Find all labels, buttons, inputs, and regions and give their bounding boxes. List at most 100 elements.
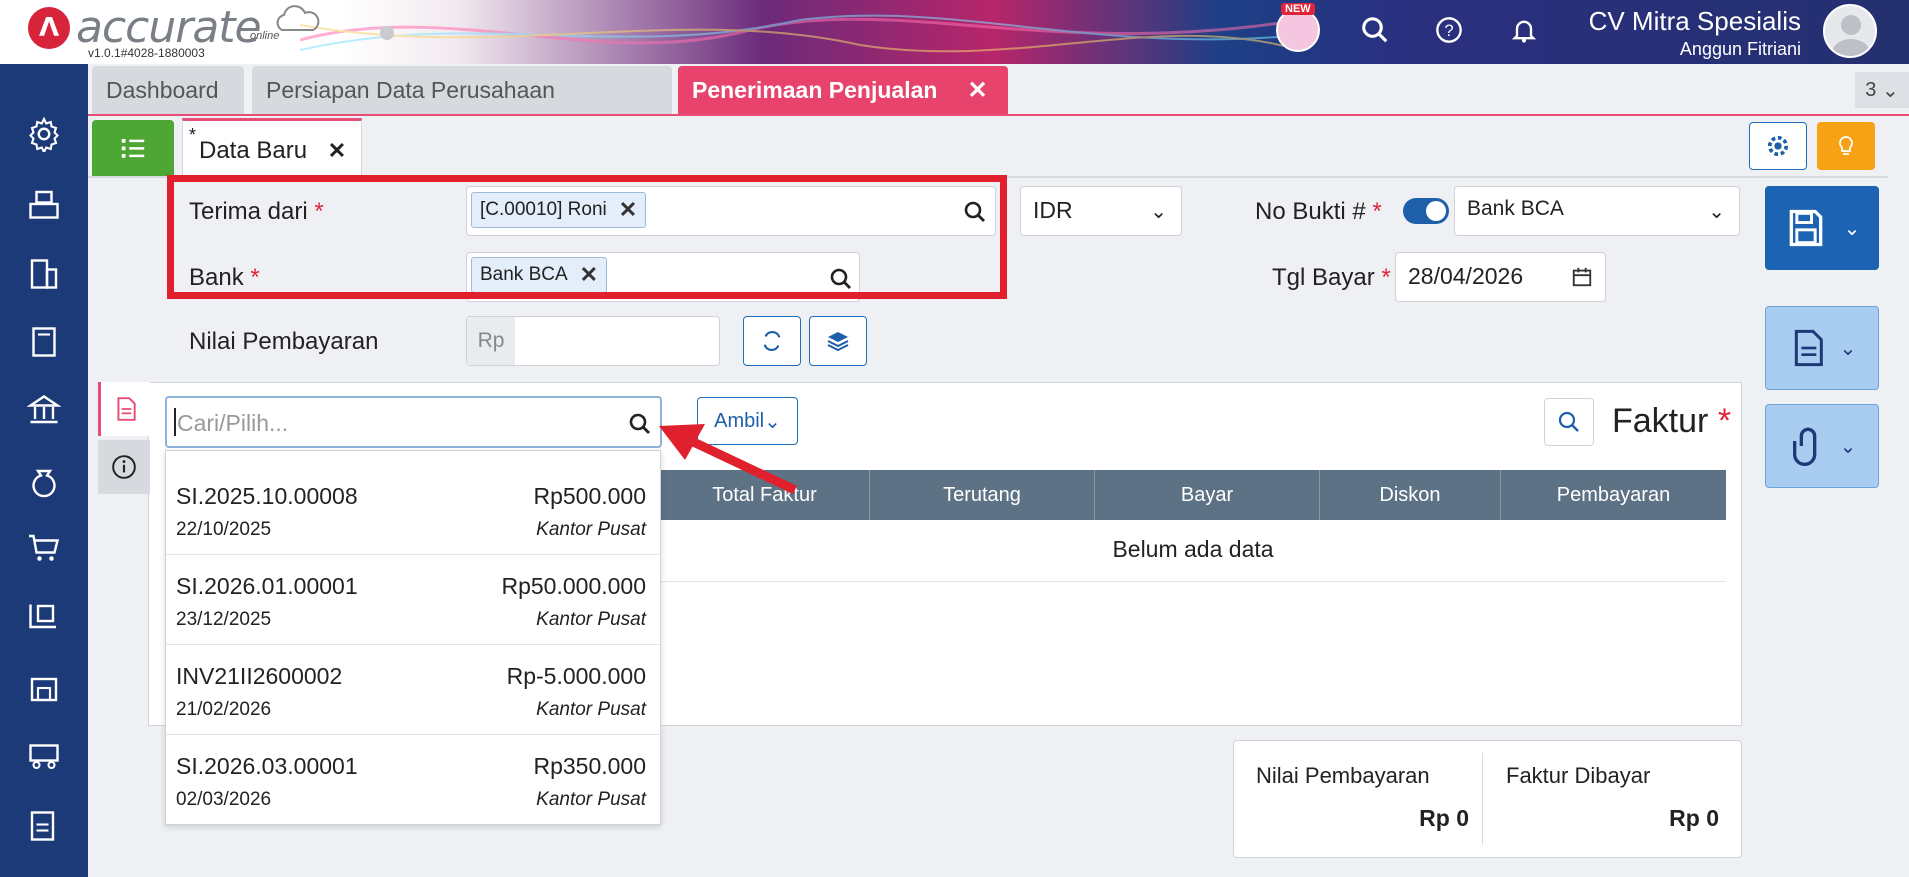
new-badge: NEW bbox=[1281, 3, 1315, 15]
chevron-down-icon[interactable]: ⌄ bbox=[1840, 434, 1857, 459]
column-header[interactable]: Terutang bbox=[870, 470, 1095, 520]
app-subtitle: online bbox=[250, 30, 280, 42]
invoice-date: 02/03/2026 bbox=[176, 789, 272, 810]
search-icon[interactable] bbox=[628, 412, 652, 436]
tab-penerimaan-penjualan[interactable]: Penerimaan Penjualan ✕ bbox=[678, 66, 1008, 114]
company-name: CV Mitra Spesialis bbox=[1588, 6, 1801, 36]
lightbulb-icon bbox=[1839, 136, 1853, 155]
faktur-search-input[interactable]: Cari/Pilih... bbox=[165, 396, 662, 448]
app-logo[interactable]: Λ accurate bbox=[28, 2, 262, 53]
chevron-down-icon: ⌄ bbox=[1150, 201, 1167, 223]
layers-button[interactable] bbox=[809, 316, 867, 366]
app-version: v1.0.1#4028-1880003 bbox=[88, 46, 205, 60]
tips-button[interactable] bbox=[1817, 122, 1875, 170]
search-icon[interactable] bbox=[1357, 10, 1393, 50]
annotation-highlight-box bbox=[167, 175, 1007, 299]
refresh-icon bbox=[763, 330, 781, 352]
search-icon bbox=[1558, 411, 1579, 432]
invoice-code: SI.2025.10.00008 bbox=[176, 483, 358, 509]
status-dot bbox=[380, 26, 394, 40]
info-icon bbox=[112, 455, 136, 479]
faktur-tab[interactable] bbox=[98, 382, 150, 436]
inventory-cart-icon[interactable] bbox=[24, 598, 64, 638]
invoice-branch: Kantor Pusat bbox=[536, 699, 646, 720]
tab-label: Persiapan Data Perusahaan bbox=[266, 76, 555, 103]
save-button[interactable]: ⌄ bbox=[1765, 186, 1879, 270]
invoice-code: INV21II2600002 bbox=[176, 663, 343, 689]
invoice-branch: Kantor Pusat bbox=[536, 789, 646, 810]
ledger-book-icon[interactable] bbox=[24, 322, 64, 362]
column-header[interactable]: Bayar bbox=[1095, 470, 1320, 520]
document-button[interactable]: ⌄ bbox=[1765, 306, 1879, 390]
faktur-title: Faktur * bbox=[1612, 402, 1732, 440]
list-item[interactable]: SI.2026.03.00001 Rp350.000 02/03/2026 Ka… bbox=[166, 735, 662, 825]
rp-prefix: Rp bbox=[467, 317, 515, 365]
auto-number-toggle[interactable] bbox=[1403, 198, 1449, 224]
summary-nilai-value: Rp 0 bbox=[1419, 805, 1469, 831]
list-item[interactable]: INV21II2600002 Rp-5.000.000 21/02/2026 K… bbox=[166, 645, 662, 735]
invoice-branch: Kantor Pusat bbox=[536, 609, 646, 630]
text-cursor bbox=[174, 408, 176, 436]
notification-bell-icon[interactable] bbox=[1506, 10, 1542, 50]
calendar-icon[interactable] bbox=[1571, 266, 1593, 288]
cashier-icon[interactable] bbox=[24, 184, 64, 224]
warehouse-icon[interactable] bbox=[24, 668, 64, 708]
no-bukti-select[interactable]: Bank BCA ⌄ bbox=[1454, 186, 1740, 236]
shopping-cart-icon[interactable] bbox=[24, 528, 64, 568]
invoice-dropdown: SI.2025.10.00008 Rp500.000 22/10/2025 Ka… bbox=[165, 450, 662, 825]
faktur-search-button[interactable] bbox=[1544, 398, 1594, 446]
summary-nilai-label: Nilai Pembayaran bbox=[1256, 763, 1430, 788]
attachment-button[interactable]: ⌄ bbox=[1765, 404, 1879, 488]
tax-icon[interactable] bbox=[24, 806, 64, 846]
invoice-code: SI.2026.01.00001 bbox=[176, 573, 358, 599]
payment-summary: Nilai Pembayaran Rp 0 Faktur Dibayar Rp … bbox=[1233, 740, 1742, 858]
help-icon[interactable]: ? bbox=[1431, 10, 1467, 50]
invoice-amount: Rp-5.000.000 bbox=[506, 663, 646, 689]
tab-label: Dashboard bbox=[106, 76, 219, 103]
close-tab-icon[interactable]: ✕ bbox=[967, 76, 987, 105]
close-subtab-icon[interactable]: ✕ bbox=[328, 138, 346, 163]
money-bag-icon[interactable] bbox=[24, 460, 64, 500]
module-tabs: Dashboard Persiapan Data Perusahaan Pene… bbox=[88, 64, 1909, 116]
refresh-button[interactable] bbox=[743, 316, 801, 366]
gear-icon bbox=[1767, 135, 1789, 157]
user-avatar[interactable] bbox=[1823, 4, 1877, 58]
bank-icon[interactable] bbox=[24, 390, 64, 430]
nilai-pembayaran-label: Nilai Pembayaran bbox=[189, 328, 379, 355]
column-header[interactable]: Pembayaran bbox=[1501, 470, 1726, 520]
company-info[interactable]: CV Mitra Spesialis Anggun Fitriani bbox=[1589, 6, 1801, 60]
save-floppy-icon bbox=[1789, 209, 1822, 247]
settings-gear-icon[interactable] bbox=[24, 114, 64, 154]
currency-value: IDR bbox=[1033, 197, 1073, 223]
column-header[interactable]: Diskon bbox=[1320, 470, 1501, 520]
invoice-amount: Rp500.000 bbox=[533, 483, 646, 509]
empty-state-text: Belum ada data bbox=[660, 520, 1726, 582]
info-tab[interactable] bbox=[98, 440, 150, 494]
company-building-icon[interactable] bbox=[24, 254, 64, 294]
form-settings-button[interactable] bbox=[1749, 122, 1807, 170]
chevron-down-icon[interactable]: ⌄ bbox=[1844, 216, 1861, 241]
list-icon bbox=[121, 139, 145, 158]
unsaved-marker: * bbox=[189, 125, 197, 145]
user-name: Anggun Fitriani bbox=[1679, 39, 1801, 59]
production-icon[interactable] bbox=[24, 736, 64, 776]
chevron-down-icon[interactable]: ⌄ bbox=[1840, 336, 1857, 361]
header-decoration bbox=[300, 14, 1300, 53]
list-item[interactable]: SI.2026.01.00001 Rp50.000.000 23/12/2025… bbox=[166, 555, 662, 645]
invoice-date: 22/10/2025 bbox=[176, 519, 272, 540]
summary-faktur-label: Faktur Dibayar bbox=[1506, 763, 1651, 788]
invoice-icon bbox=[116, 397, 136, 421]
currency-select[interactable]: IDR ⌄ bbox=[1020, 186, 1182, 236]
invoice-amount: Rp350.000 bbox=[533, 753, 646, 779]
subtab-data-baru[interactable]: * Data Baru ✕ bbox=[182, 118, 362, 178]
tab-dashboard[interactable]: Dashboard bbox=[92, 66, 244, 114]
list-item[interactable]: SI.2025.10.00008 Rp500.000 22/10/2025 Ka… bbox=[166, 465, 662, 555]
tab-count-dropdown[interactable]: 3 ⌄ bbox=[1855, 72, 1909, 108]
tab-persiapan-data[interactable]: Persiapan Data Perusahaan bbox=[252, 66, 672, 114]
app-name: accurate bbox=[76, 2, 262, 53]
invoice-date: 21/02/2026 bbox=[176, 699, 272, 720]
invoice-date: 23/12/2025 bbox=[176, 609, 272, 630]
paperclip-icon bbox=[1792, 427, 1816, 466]
list-view-button[interactable] bbox=[92, 120, 174, 178]
tgl-bayar-value: 28/04/2026 bbox=[1408, 263, 1524, 289]
